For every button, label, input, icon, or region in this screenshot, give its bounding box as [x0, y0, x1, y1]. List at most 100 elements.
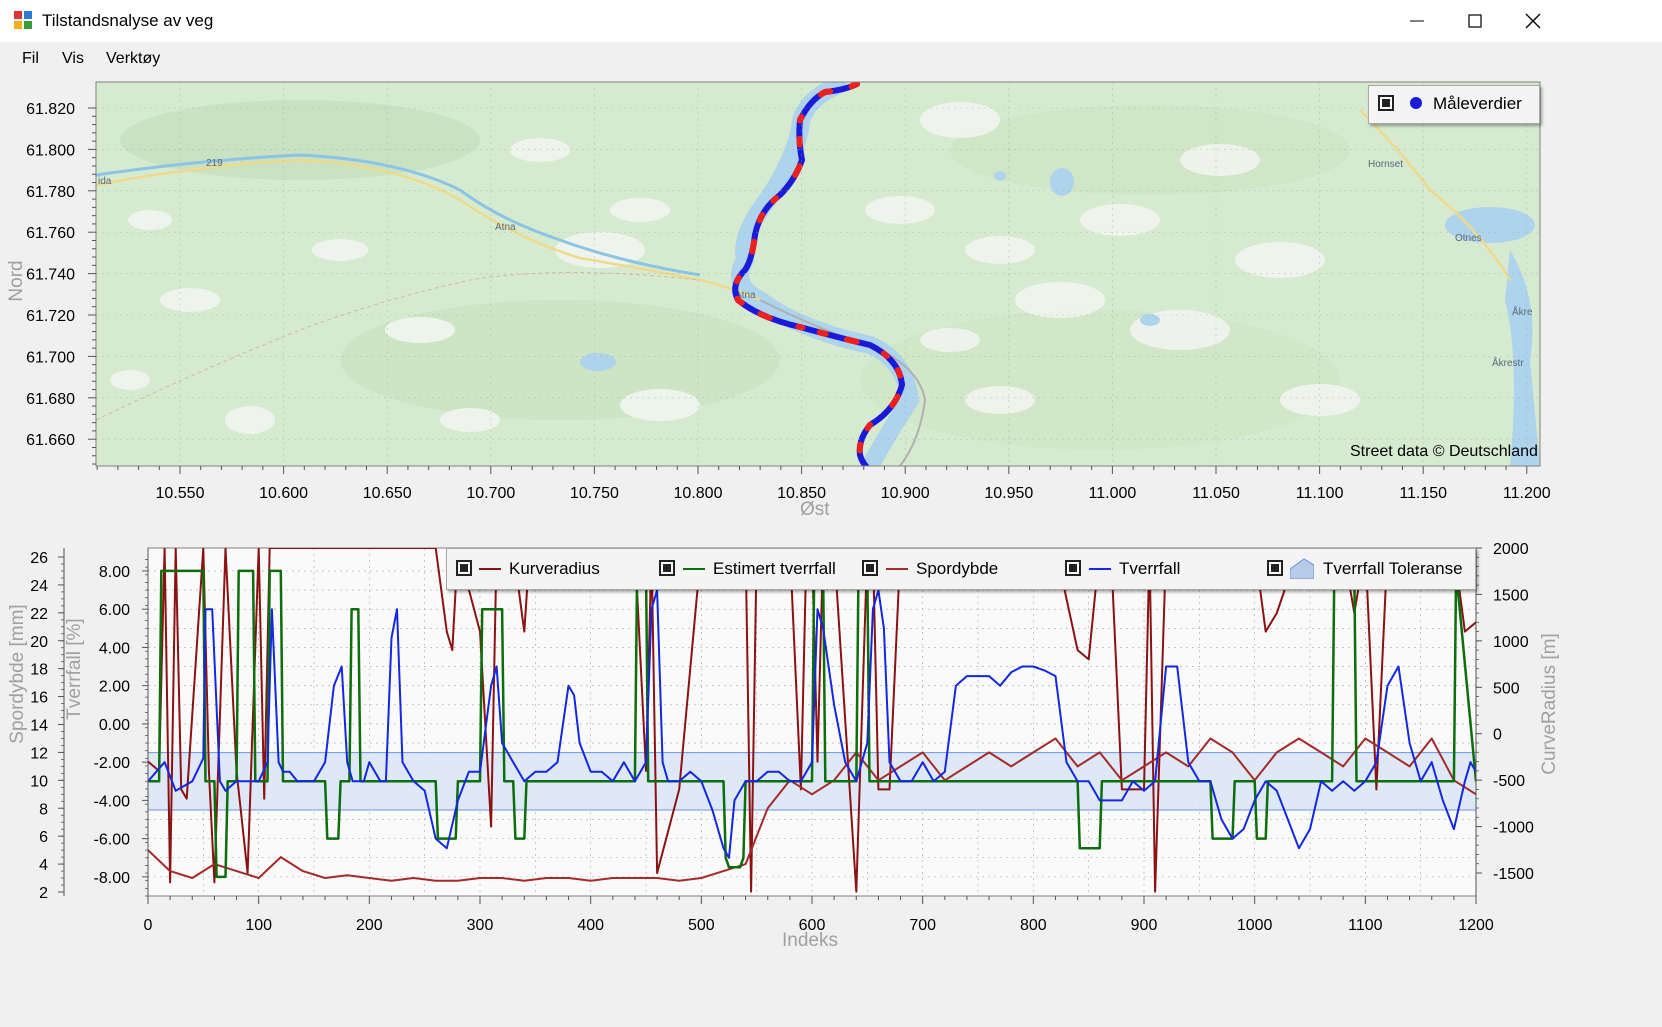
legend-label-maleverdier: Måleverdier [1433, 94, 1522, 113]
kurveradius-line-point [1154, 890, 1156, 893]
map-canvas[interactable]: ida 219 Atna Atna Hornset Otnes Åkre Åkr… [96, 82, 1540, 466]
tverrfall-tick-label: -2.00 [94, 755, 131, 772]
menu-fil[interactable]: Fil [22, 50, 39, 68]
tverrfall-line-point [1320, 780, 1322, 783]
tverrfall-line-point [1342, 780, 1344, 783]
tverrfall-line-point [667, 780, 669, 783]
spordybde-tick-label: 2 [39, 885, 48, 902]
kurveradius-line-point [208, 770, 210, 772]
map-x-tick-label: 10.550 [156, 485, 205, 502]
tverrfall-tick-label: 6.00 [99, 602, 130, 619]
estimert-tverrfall-line-point [204, 780, 207, 783]
estimert-tverrfall-line-point [282, 780, 284, 783]
estimert-tverrfall-line-point [1256, 837, 1258, 840]
close-button[interactable] [1504, 0, 1562, 42]
spordybde-line-point [1032, 751, 1035, 754]
tverrfall-line-point [650, 608, 653, 610]
chart-x-tick-label: 500 [688, 917, 715, 934]
legend-label-estimert-tverrfall: Estimert tverrfall [713, 559, 836, 578]
tverrfall-line-point [302, 780, 304, 783]
legend-checkbox-kurveradius[interactable] [456, 560, 472, 576]
tverrfall-line-point [277, 761, 280, 763]
tverrfall-line-point [1209, 780, 1212, 783]
menu-vis[interactable]: Vis [62, 50, 84, 68]
tverrfall-line-point [578, 742, 581, 744]
tverrfall-line-point [999, 684, 1001, 687]
kurveradius-line-point [202, 548, 205, 549]
maximize-icon [1468, 14, 1482, 28]
tverrfall-line-point [567, 684, 570, 687]
spordybde-line-point [567, 877, 570, 879]
tverrfall-line-point [1198, 780, 1201, 783]
spordybde-line-point [501, 877, 503, 879]
legend-checkbox-tverrfall-toleranse[interactable] [1267, 560, 1283, 576]
legend-checkbox-maleverdier[interactable] [1378, 95, 1394, 111]
minimize-button[interactable] [1388, 0, 1446, 42]
spordybde-line-point [1364, 737, 1367, 740]
kurveradius-line-point [1464, 630, 1466, 633]
estimert-tverrfall-line-point [440, 837, 443, 840]
kurveradius-line-point [523, 630, 526, 633]
application-window: Tilstandsnalyse av veg Fil Vis Verktøy i… [0, 0, 1662, 1027]
kurveradius-line-point [490, 825, 492, 828]
map-x-tick-label: 10.600 [259, 485, 308, 502]
estimert-tverrfall-line-point [742, 857, 745, 859]
spordybde-tick-label: 20 [30, 634, 48, 651]
tverrfall-line-point [257, 780, 260, 783]
spordybde-line-point [1187, 765, 1190, 768]
spordybde-line-point [1076, 765, 1079, 768]
tverrfall-line-point [1087, 780, 1090, 783]
kurveradius-line-point [412, 548, 415, 549]
title-bar[interactable]: Tilstandsnalyse av veg [0, 0, 1662, 42]
map-panel: ida 219 Atna Atna Hornset Otnes Åkre Åkr… [0, 75, 1662, 530]
estimert-tverrfall-line-point [512, 780, 514, 783]
tverrfall-tick-label: -6.00 [94, 832, 131, 849]
estimert-tverrfall-line-point [287, 780, 290, 783]
tverrfall-line-point [955, 684, 957, 687]
estimert-tverrfall-line-point [226, 780, 229, 783]
map-x-tick-label: 11.050 [1192, 485, 1240, 502]
estimert-tverrfall-line-point [446, 837, 448, 840]
spordybde-tick-label: 24 [30, 578, 48, 595]
map-legend: Måleverdier [1368, 85, 1540, 124]
chart-legend: Kurveradius Estimert tverrfall Spordybde… [446, 548, 1476, 590]
maximize-button[interactable] [1446, 0, 1504, 42]
tverrfall-line-point [512, 761, 514, 763]
tverrfall-line-point [800, 780, 802, 783]
estimert-tverrfall-line-point [401, 780, 404, 783]
tverrfall-line-point [490, 684, 492, 687]
tverrfall-line-point [379, 780, 382, 783]
tverrfall-tick-label: 0.00 [99, 717, 130, 734]
tverrfall-line-point [728, 857, 730, 859]
kurveradius-line-point [268, 548, 271, 549]
legend-checkbox-estimert-tverrfall[interactable] [659, 560, 675, 576]
spordybde-tick-label: 22 [30, 606, 48, 623]
tverrfall-line-point [288, 770, 291, 773]
estimert-tverrfall-line-point [160, 570, 163, 572]
estimert-tverrfall-line-point [1233, 780, 1236, 783]
estimert-tverrfall-line-point [534, 780, 537, 783]
tverrfall-line-point [1298, 847, 1300, 849]
estimert-tverrfall-line-point [457, 780, 459, 783]
estimert-tverrfall-line-point [1220, 837, 1223, 840]
estimert-tverrfall-line-point [1222, 837, 1225, 840]
place-label-hornset: Hornset [1368, 159, 1403, 170]
tverrfall-line-point [333, 684, 335, 687]
spordybde-tick-label: 6 [39, 829, 48, 846]
curveradius-tick-label: -1500 [1493, 866, 1534, 883]
tverrfall-line-point [1309, 828, 1311, 830]
menu-verktoy[interactable]: Verktøy [106, 50, 160, 68]
chart-panel: 0 100 200 300 400 500 600 700 800 900 1000 1100 1200… [0, 538, 1662, 1027]
y-axis-label-tverrfall: Tverrfall [%] [64, 618, 85, 720]
chart-x-tick-label: 300 [467, 917, 494, 934]
place-label-ida: ida [98, 176, 112, 187]
estimert-tverrfall-line-point [339, 780, 342, 783]
legend-checkbox-spordybde[interactable] [862, 560, 878, 576]
kurveradius-line-point [656, 872, 658, 874]
legend-checkbox-tverrfall[interactable] [1065, 560, 1081, 576]
tverrfall-line-point [1375, 761, 1378, 763]
legend-label-kurveradius: Kurveradius [509, 559, 600, 578]
spordybde-line-point [280, 856, 282, 858]
spordybde-tick-label: 26 [30, 550, 48, 567]
spordybde-line-point [722, 870, 725, 872]
